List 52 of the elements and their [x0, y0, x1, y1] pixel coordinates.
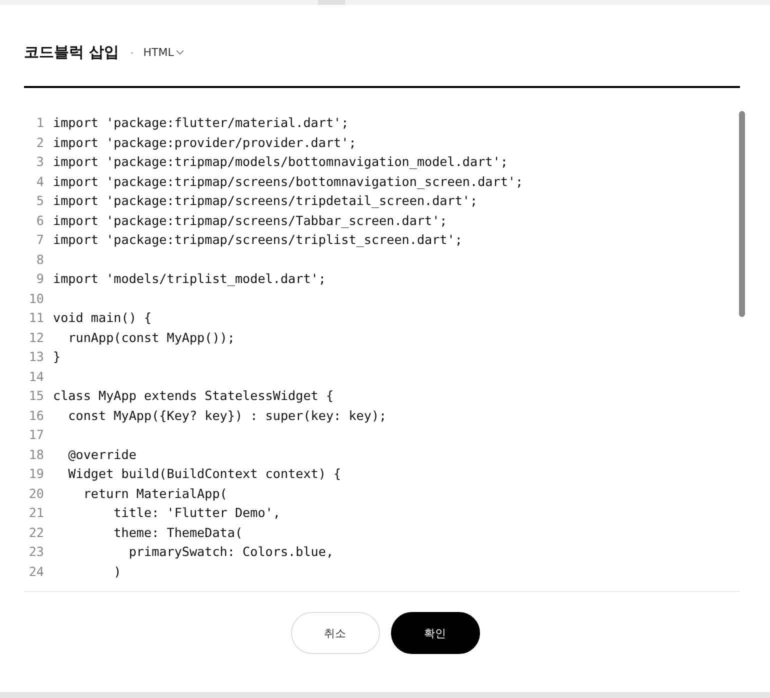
code-line: import 'package:tripmap/screens/triplist_screen.dart';: [53, 232, 462, 248]
line-number: 9: [35, 271, 44, 286]
code-line: }: [53, 349, 61, 364]
line-number: 7: [35, 232, 44, 248]
code-line: @override: [67, 446, 136, 462]
line-number: 3: [35, 154, 44, 170]
code-line: primarySwatch: Colors.blue,: [128, 544, 334, 560]
code-line: import 'package:flutter/material.dart';: [53, 115, 349, 130]
line-number: 6: [35, 212, 44, 228]
line-number: 22: [28, 524, 44, 540]
line-number: 2: [35, 134, 44, 150]
code-line: runApp(const MyApp());: [67, 330, 235, 345]
dialog-title: 코드블럭 삽입: [24, 43, 120, 62]
code-line: title: 'Flutter Demo',: [112, 505, 280, 520]
code-line: import 'package:tripmap/models/bottomnavigation_model.dart';: [53, 154, 508, 170]
code-line: Widget build(BuildContext context) {: [67, 466, 342, 482]
separator-dot: [131, 52, 134, 54]
line-number: 1: [35, 115, 44, 130]
code-line: import 'package:tripmap/screens/tripdetail_screen.dart';: [53, 193, 478, 208]
code-line: theme: ThemeData(: [112, 524, 243, 540]
cancel-button[interactable]: 취소: [290, 612, 380, 654]
code-line: import 'package:tripmap/screens/bottomnavigation_screen.dart';: [53, 174, 524, 189]
line-number: 8: [35, 252, 44, 267]
line-number: 16: [28, 408, 44, 423]
line-number: 20: [28, 486, 44, 501]
line-number: 11: [28, 310, 44, 326]
chevron-down-icon: [176, 50, 184, 55]
line-number: 15: [28, 388, 44, 404]
confirm-button[interactable]: 확인: [390, 612, 480, 654]
line-number: 5: [35, 193, 44, 208]
code-line: class MyApp extends StatelessWidget {: [53, 388, 334, 404]
code-line: import 'package:tripmap/screens/Tabbar_screen.dart';: [53, 212, 448, 228]
line-number: 24: [28, 564, 44, 579]
code-line: const MyApp({Key? key}) : super(key: key);: [67, 408, 387, 423]
line-number: 18: [28, 446, 44, 462]
code-line: import 'models/triplist_model.dart';: [53, 271, 326, 286]
line-number: 12: [28, 330, 44, 345]
code-line: return MaterialApp(: [82, 486, 228, 501]
line-number: 19: [28, 466, 44, 482]
line-number: 14: [28, 368, 44, 384]
code-line: import 'package:provider/provider.dart';: [53, 134, 356, 150]
scrollbar-thumb[interactable]: [739, 111, 745, 317]
code-line: ): [112, 564, 122, 579]
line-number: 13: [28, 349, 44, 364]
code-line: void main() {: [53, 310, 152, 326]
language-dropdown[interactable]: HTML: [143, 46, 184, 59]
drag-handle[interactable]: [318, 0, 345, 5]
line-number: 10: [28, 290, 44, 306]
line-number: 21: [28, 505, 44, 520]
line-number: 23: [28, 544, 44, 560]
line-number: 4: [35, 174, 44, 189]
line-number: 17: [28, 427, 44, 442]
